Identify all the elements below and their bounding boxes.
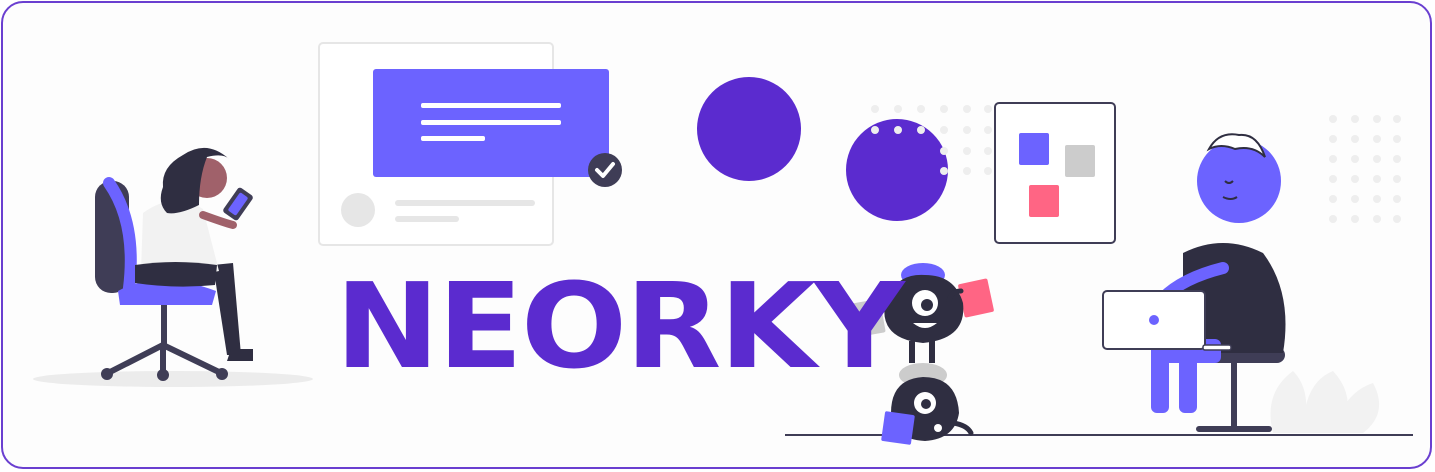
phone-icon <box>223 187 253 221</box>
floor-shadow <box>33 371 313 387</box>
woman-with-phone <box>135 147 253 361</box>
notification-card <box>318 42 622 246</box>
dot-pattern <box>1329 115 1401 223</box>
man-with-laptop <box>1102 133 1286 432</box>
plant-icon <box>1270 371 1380 433</box>
task-board <box>994 102 1116 244</box>
hero-banner: NEORKY <box>1 1 1432 469</box>
illustration-layer <box>33 42 1413 445</box>
brand-logo-wordmark: NEORKY <box>335 257 905 395</box>
decorative-circle <box>697 77 801 181</box>
check-icon <box>588 153 622 187</box>
decorative-circle <box>846 119 948 221</box>
